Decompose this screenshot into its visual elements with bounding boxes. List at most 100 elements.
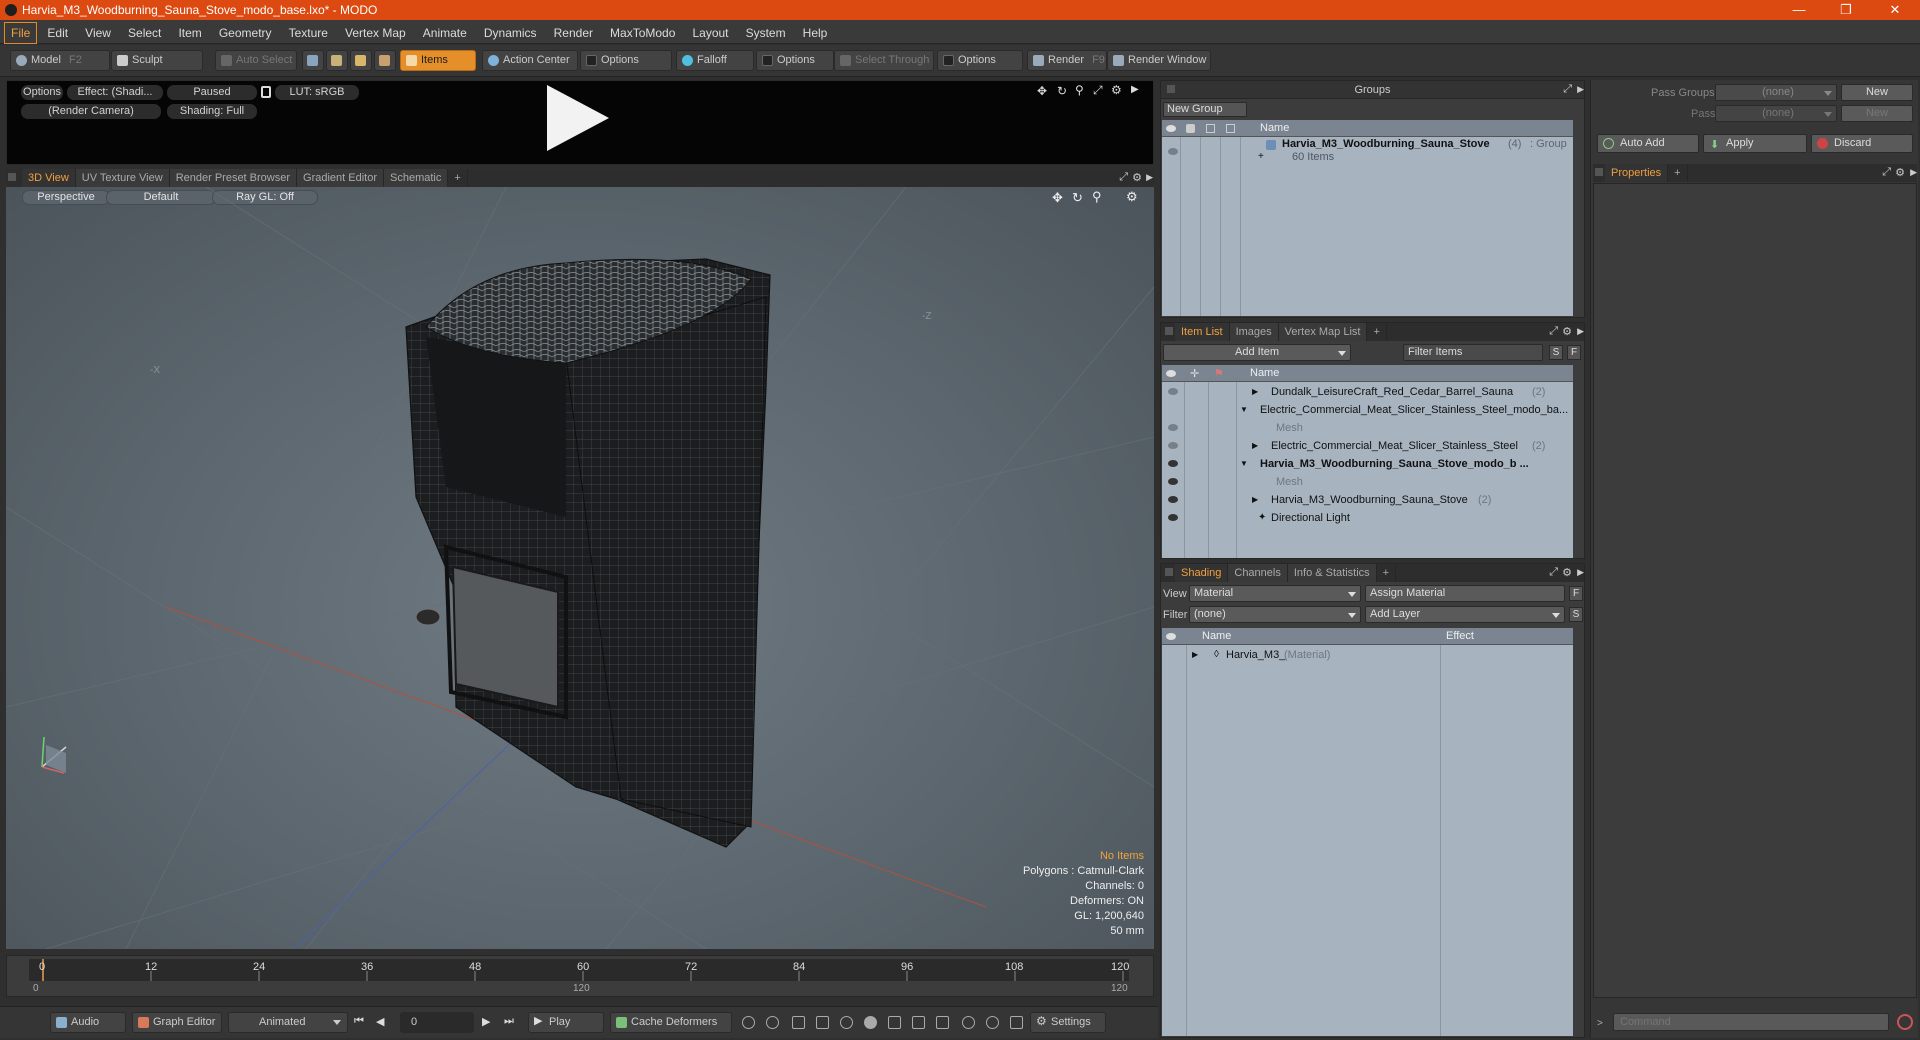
menu-vertex-map[interactable]: Vertex Map (338, 21, 413, 45)
maximize-icon[interactable]: ⤢ (1093, 83, 1103, 98)
graph-editor-button[interactable]: Graph Editor (132, 1012, 222, 1033)
new-pass-button[interactable]: New (1841, 105, 1913, 122)
menu-help[interactable]: Help (796, 21, 835, 45)
menu-system[interactable]: System (739, 21, 793, 45)
record-icon[interactable] (864, 1016, 877, 1029)
render-preview[interactable]: Options Effect: (Shadi... Paused LUT: sR… (6, 80, 1154, 165)
chevron-right-icon[interactable]: ▶ (1577, 326, 1584, 337)
eye-icon[interactable] (1168, 460, 1178, 467)
keyframe-options-icon[interactable] (888, 1016, 901, 1029)
tab-menu-icon[interactable] (8, 173, 16, 181)
frame-input[interactable]: 0 (400, 1012, 474, 1033)
search-s-button[interactable]: S (1549, 345, 1563, 360)
tab-uv-texture-view[interactable]: UV Texture View (75, 169, 170, 187)
tab-channels[interactable]: Channels (1228, 564, 1288, 582)
apply-button[interactable]: ⬇ Apply (1703, 134, 1807, 153)
expand-arrow-icon[interactable]: ▶ (1192, 646, 1198, 664)
add-item-dropdown[interactable]: Add Item (1163, 344, 1351, 361)
auto-add-button[interactable]: Auto Add (1597, 134, 1699, 153)
group-row[interactable]: + Harvia_M3_Woodburning_Sauna_Stove (4) … (1162, 138, 1573, 168)
search-f-button[interactable]: F (1567, 345, 1581, 360)
cache-deformers-button[interactable]: Cache Deformers (610, 1012, 732, 1033)
eye-icon[interactable] (1168, 496, 1178, 503)
expand-arrow-icon[interactable]: ▶ (1252, 491, 1258, 509)
maximize-icon[interactable]: ⤢ (1882, 166, 1891, 179)
expand-arrow-icon[interactable]: ▶ (1252, 437, 1258, 455)
key-icon[interactable] (742, 1016, 755, 1029)
skip-end-icon[interactable]: ⏭ (504, 1015, 514, 1028)
falloff-button[interactable]: Falloff (676, 50, 754, 71)
gear-icon[interactable]: ⚙ (1562, 325, 1572, 338)
eye-icon[interactable] (1166, 125, 1176, 132)
set-key-icon[interactable] (840, 1016, 853, 1029)
render-window-button[interactable]: Render Window (1107, 50, 1211, 71)
menu-edit[interactable]: Edit (40, 21, 75, 45)
list-item[interactable]: ▼ Harvia_M3_Woodburning_Sauna_Stove_modo_… (1162, 455, 1573, 473)
timeline[interactable]: 0 12 24 36 48 60 72 84 96 108 120 0 120 … (6, 955, 1154, 997)
play-render-icon[interactable] (547, 85, 609, 151)
eye-icon[interactable] (1168, 478, 1178, 485)
chevron-right-icon[interactable]: ▶ (1910, 167, 1917, 178)
timeline-ruler[interactable]: 0 12 24 36 48 60 72 84 96 108 120 (29, 959, 1129, 981)
render-button[interactable]: Render F9 (1027, 50, 1107, 71)
autokey-icon[interactable] (766, 1016, 779, 1029)
preview-options-button[interactable]: Options (21, 85, 63, 100)
animated-dropdown[interactable]: Animated (228, 1012, 348, 1033)
command-stop-icon[interactable] (1897, 1014, 1913, 1030)
panel-menu-icon[interactable] (1167, 85, 1175, 93)
items-mode-button[interactable]: Items (400, 50, 476, 71)
item-list-table[interactable]: ✛ ⚑ Name ▶ Dundalk_LeisureCraft_Red_Cedar… (1162, 365, 1573, 558)
next-key-icon[interactable] (816, 1016, 829, 1029)
menu-layout[interactable]: Layout (685, 21, 735, 45)
panel-menu-icon[interactable] (1595, 168, 1603, 176)
chevron-right-icon[interactable]: ▶ (1577, 567, 1584, 578)
eye-icon[interactable] (1168, 514, 1178, 521)
skip-start-icon[interactable]: ⏮ (354, 1015, 364, 1028)
crosshair-icon[interactable]: ✛ (1190, 366, 1199, 383)
menu-item[interactable]: Item (171, 21, 208, 45)
render-camera-dropdown[interactable]: (Render Camera) (21, 104, 161, 119)
tab-vertex-map-list[interactable]: Vertex Map List (1278, 323, 1368, 341)
new-pass-group-button[interactable]: New (1841, 84, 1913, 101)
add-tab-button[interactable]: + (448, 169, 468, 187)
menu-maxtomodo[interactable]: MaxToModo (603, 21, 682, 45)
collapse-arrow-icon[interactable]: ▼ (1240, 401, 1248, 419)
select-vertices-button[interactable] (302, 50, 324, 71)
skip-key-back-icon[interactable] (912, 1016, 925, 1029)
lock-icon[interactable] (261, 86, 271, 98)
tab-properties[interactable]: Properties (1605, 164, 1669, 182)
action-center-button[interactable]: Action Center (482, 50, 578, 71)
filter-items-input[interactable]: Filter Items (1403, 344, 1543, 361)
skip-key-forward-icon[interactable] (936, 1016, 949, 1029)
add-tab-button[interactable]: + (1668, 164, 1688, 182)
list-item[interactable]: Mesh (1162, 419, 1573, 437)
loop-icon[interactable] (962, 1016, 975, 1029)
chevron-right-icon[interactable]: ▶ (1577, 84, 1584, 95)
rotate-icon[interactable]: ↻ (1057, 84, 1067, 98)
eye-icon[interactable] (1168, 148, 1178, 155)
eye-icon[interactable] (1166, 633, 1176, 640)
layers-icon[interactable] (1010, 1016, 1023, 1029)
sync-icon[interactable] (986, 1016, 999, 1029)
select-polygons-button[interactable] (350, 50, 372, 71)
tab-images[interactable]: Images (1229, 323, 1279, 341)
menu-file[interactable]: File (4, 22, 38, 44)
gear-icon[interactable]: ⚙ (1895, 166, 1905, 179)
close-button[interactable]: ✕ (1872, 2, 1918, 18)
preview-effect-dropdown[interactable]: Effect: (Shadi... (67, 85, 163, 100)
pass-groups-dropdown[interactable]: (none) (1715, 84, 1837, 101)
material-row[interactable]: ▶ ◊ Harvia_M3_ (Material) (1162, 646, 1573, 664)
list-item[interactable]: ▶ Dundalk_LeisureCraft_Red_Cedar_Barrel_S… (1162, 383, 1573, 401)
shading-f-button[interactable]: F (1569, 586, 1583, 601)
prev-key-icon[interactable] (792, 1016, 805, 1029)
audio-button[interactable]: Audio (50, 1012, 126, 1033)
select-toggle-icon[interactable] (1226, 124, 1235, 133)
preview-paused-button[interactable]: Paused (167, 85, 257, 100)
menu-select[interactable]: Select (121, 21, 168, 45)
action-center-options-button[interactable]: Options (580, 50, 672, 71)
pin-icon[interactable]: ⚑ (1214, 366, 1224, 383)
auto-select-button[interactable]: Auto Select (215, 50, 297, 71)
maximize-icon[interactable]: ⤢ (1549, 325, 1558, 338)
lock-icon[interactable] (1186, 124, 1195, 133)
list-item[interactable]: Mesh (1162, 473, 1573, 491)
